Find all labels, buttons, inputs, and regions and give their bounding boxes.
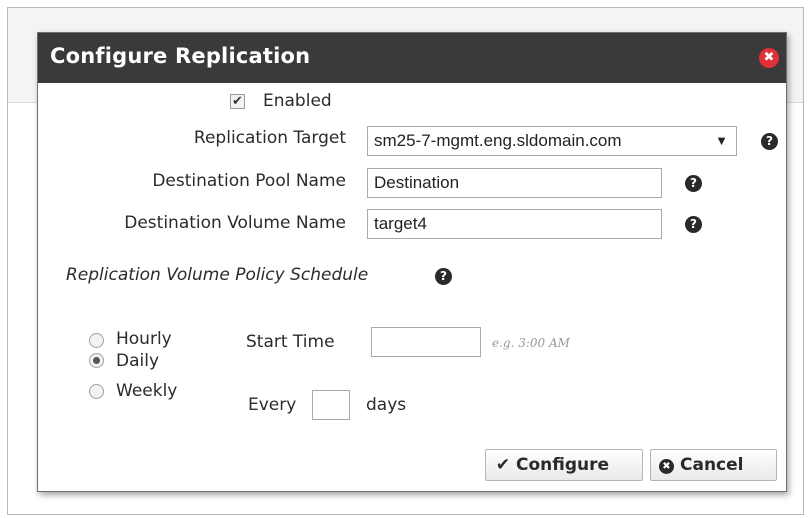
- close-icon[interactable]: ✖: [759, 48, 779, 68]
- radio-weekly[interactable]: [89, 384, 104, 399]
- radio-daily-label: Daily: [116, 351, 160, 371]
- radio-daily[interactable]: [89, 353, 104, 368]
- check-icon: ✔: [495, 455, 511, 475]
- destination-volume-help-icon[interactable]: ?: [685, 216, 702, 233]
- destination-volume-label: Destination Volume Name: [124, 213, 346, 233]
- replication-target-value: sm25-7-mgmt.eng.sldomain.com: [374, 131, 622, 150]
- every-label: Every: [248, 395, 297, 415]
- enabled-label: Enabled: [263, 91, 332, 111]
- dialog-titlebar: Configure Replication ✖: [38, 33, 786, 83]
- destination-pool-label: Destination Pool Name: [152, 171, 346, 191]
- replication-target-select[interactable]: sm25-7-mgmt.eng.sldomain.com ▼: [367, 126, 737, 156]
- every-days-input[interactable]: [312, 390, 350, 420]
- schedule-help-icon[interactable]: ?: [435, 268, 452, 285]
- configure-button-label: Configure: [516, 455, 610, 475]
- cancel-button[interactable]: ✖ Cancel: [650, 449, 777, 481]
- radio-hourly-label: Hourly: [116, 329, 172, 349]
- schedule-heading: Replication Volume Policy Schedule: [66, 265, 369, 285]
- destination-pool-help-icon[interactable]: ?: [685, 175, 702, 192]
- replication-target-label: Replication Target: [193, 128, 346, 148]
- cancel-icon: ✖: [659, 459, 674, 474]
- radio-weekly-label: Weekly: [116, 381, 178, 401]
- cancel-button-label: Cancel: [680, 455, 744, 475]
- chevron-down-icon: ▼: [715, 133, 728, 148]
- destination-volume-input[interactable]: [367, 209, 662, 239]
- enabled-checkbox[interactable]: ✔: [230, 94, 245, 109]
- configure-replication-dialog: Configure Replication ✖ ✔ Enabled Replic…: [37, 32, 787, 492]
- dialog-title: Configure Replication: [50, 44, 311, 68]
- days-label: days: [366, 395, 407, 415]
- replication-target-help-icon[interactable]: ?: [761, 133, 778, 150]
- destination-pool-input[interactable]: [367, 168, 662, 198]
- radio-hourly[interactable]: [89, 333, 104, 348]
- start-time-input[interactable]: [371, 327, 481, 357]
- start-time-hint: e.g. 3:00 AM: [492, 336, 570, 350]
- configure-button[interactable]: ✔ Configure: [485, 449, 643, 481]
- start-time-label: Start Time: [246, 332, 335, 352]
